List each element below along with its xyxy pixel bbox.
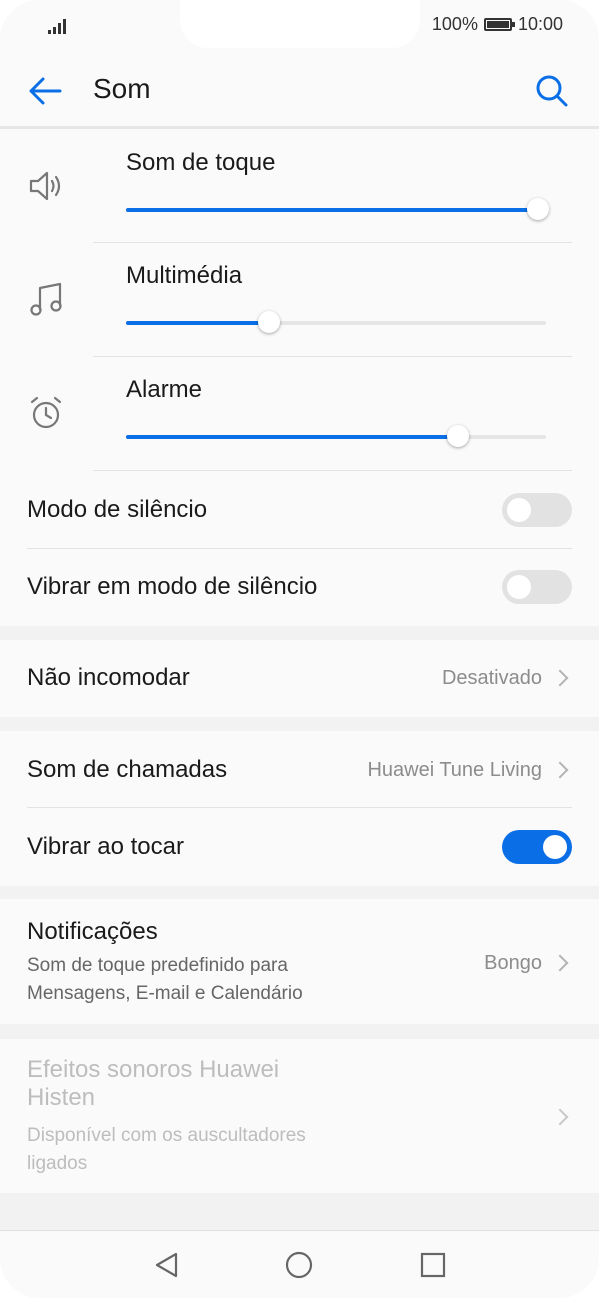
histen-desc-2: ligados [27,1153,88,1174]
vibrate-silent-row[interactable]: Vibrar em modo de silêncio [27,563,572,611]
battery-percent: 100% [431,14,478,34]
status-right: 100% 10:00 [432,14,563,35]
nav-back-icon[interactable] [153,1251,179,1279]
divider [27,548,572,549]
divider [93,242,572,243]
volume-card: Som de toque Multimédia Alarme Modo de s… [0,129,599,626]
ringtone-row[interactable]: Som de chamadas Huawei Tune Living [27,746,572,794]
dnd-value: Desativado [441,666,542,689]
status-bar: 100% 10:00 [0,0,599,56]
battery-icon [483,18,515,31]
histen-card: Efeitos sonoros Huawei Histen Disponível… [0,1039,599,1193]
camera-notch [180,0,420,48]
navigation-bar [0,1230,599,1298]
page-title: Som [93,73,151,104]
ringtone-slider-thumb[interactable] [526,198,549,220]
ringtone-card: Som de chamadas Huawei Tune Living Vibra… [0,731,599,886]
search-icon[interactable] [535,74,569,108]
ringtone-value: Huawei Tune Living [367,758,542,781]
volume-label-ringtone: Som de toque [126,149,276,176]
music-note-icon [30,282,62,316]
notifications-label: Notificações [27,918,158,945]
chevron-right-icon [551,954,569,972]
dnd-card: Não incomodar Desativado [0,640,599,717]
alarm-clock-icon [30,396,62,429]
notifications-card: Notificações Som de toque predefinido pa… [0,899,599,1024]
vibrate-touch-toggle[interactable] [502,830,572,864]
histen-row: Efeitos sonoros Huawei Histen Disponível… [27,1056,572,1177]
ringtone-volume-slider[interactable] [126,198,549,220]
dnd-label: Não incomodar [27,664,190,691]
nav-recents-icon[interactable] [420,1252,446,1278]
speaker-icon [29,171,61,201]
silent-mode-toggle[interactable] [502,493,572,527]
histen-label-1: Efeitos sonoros Huawei [27,1056,280,1083]
notifications-desc-1: Som de toque predefinido para [27,955,288,976]
phone-screen: 100% 10:00 Som Som de toque Multimédia A… [0,0,599,1298]
chevron-right-icon [551,1108,569,1126]
notifications-value: Bongo [484,951,542,974]
vibrate-touch-row[interactable]: Vibrar ao tocar [27,823,572,871]
notifications-row[interactable]: Notificações Som de toque predefinido pa… [27,915,572,1011]
silent-mode-label: Modo de silêncio [27,496,208,523]
vibrate-silent-toggle[interactable] [502,570,572,604]
histen-desc-1: Disponível com os auscultadores [27,1125,306,1146]
vibrate-touch-label: Vibrar ao tocar [27,833,184,860]
divider [93,470,572,471]
dnd-row[interactable]: Não incomodar Desativado [27,654,572,702]
signal-icon [48,19,66,34]
ringtone-label: Som de chamadas [27,756,228,783]
clock: 10:00 [517,14,563,34]
media-slider-thumb[interactable] [257,311,280,333]
divider [93,356,572,357]
divider [27,807,572,808]
silent-mode-row[interactable]: Modo de silêncio [27,486,572,534]
chevron-right-icon [551,669,569,687]
alarm-volume-slider[interactable] [126,425,546,447]
nav-home-icon[interactable] [285,1251,313,1279]
histen-label-2: Histen [27,1084,96,1111]
volume-label-media: Multimédia [126,262,243,289]
app-bar: Som [0,56,599,129]
notifications-desc-2: Mensagens, E-mail e Calendário [27,983,303,1004]
volume-label-alarm: Alarme [126,376,203,403]
media-volume-slider[interactable] [126,311,546,333]
vibrate-silent-label: Vibrar em modo de silêncio [27,573,318,600]
alarm-slider-thumb[interactable] [446,425,469,447]
back-arrow-icon[interactable] [28,76,62,106]
chevron-right-icon [551,761,569,779]
